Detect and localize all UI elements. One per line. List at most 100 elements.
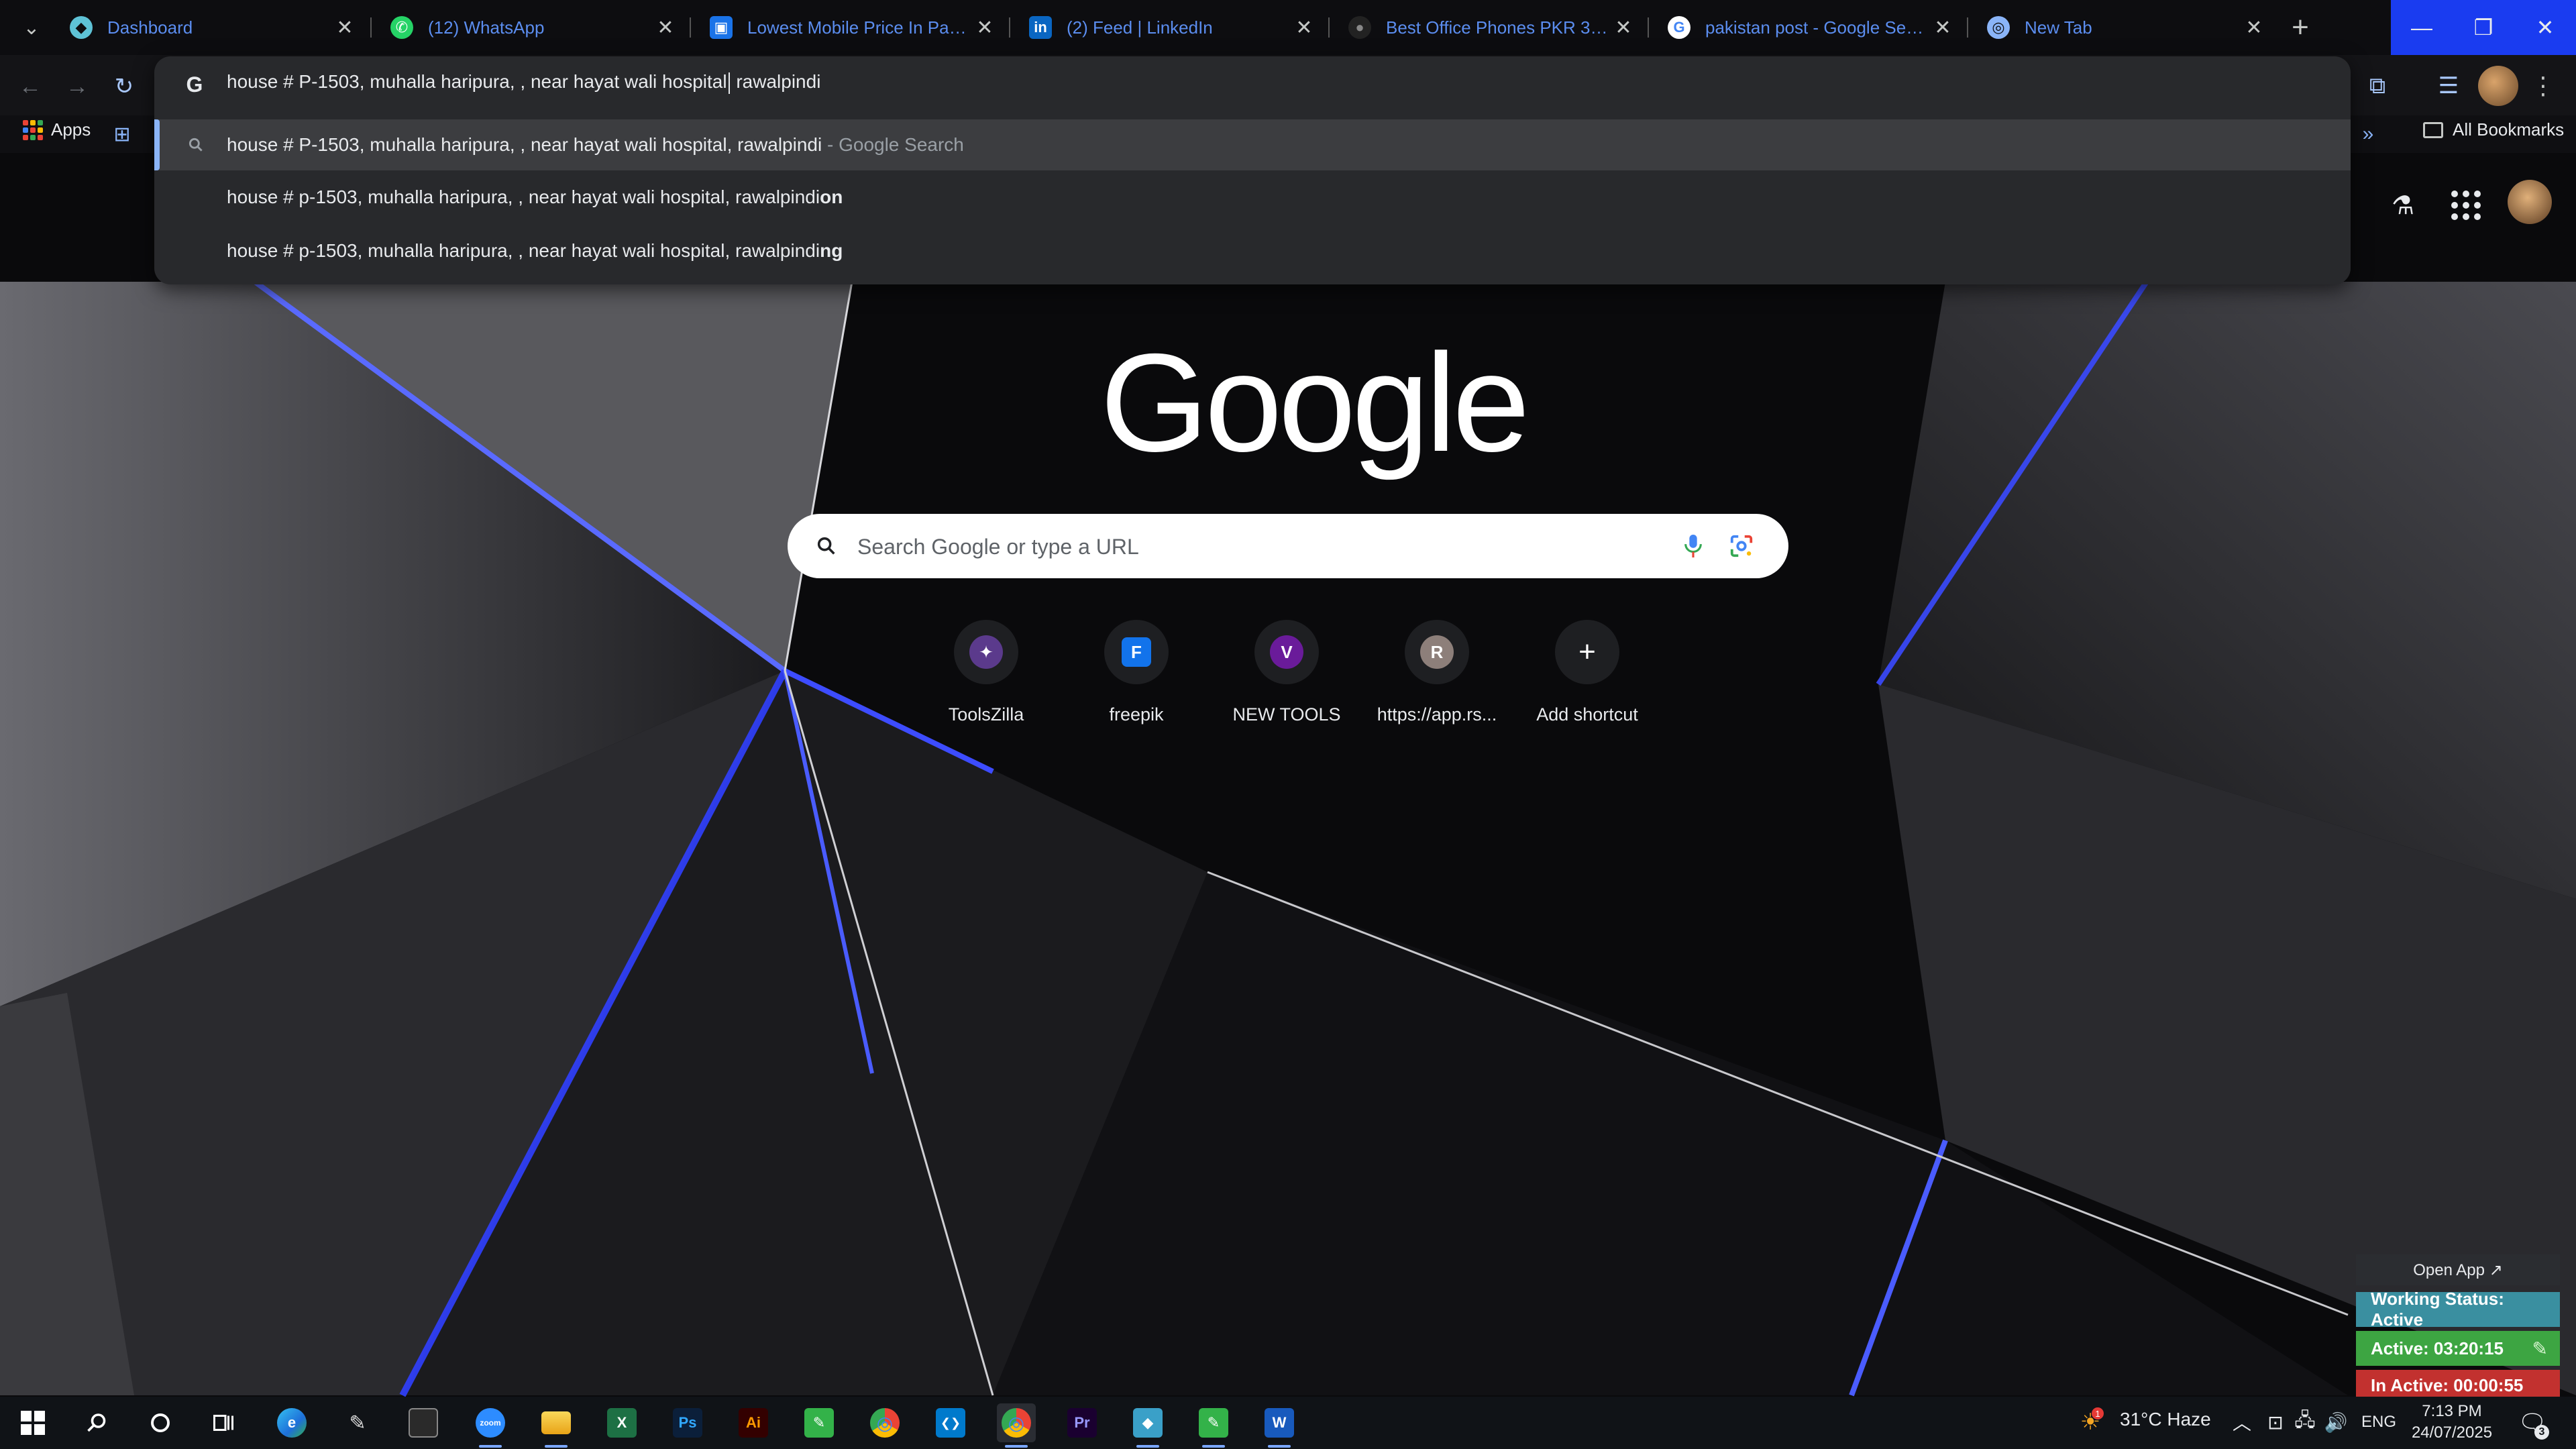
close-icon[interactable]: ✕ bbox=[1609, 13, 1638, 42]
new-tab-button[interactable]: + bbox=[2281, 8, 2320, 47]
taskbar-desktop-app[interactable]: ◆ bbox=[1128, 1403, 1167, 1448]
tab-title: Best Office Phones PKR 30-35K bbox=[1386, 17, 1609, 38]
google-logo: Google bbox=[1100, 325, 1530, 481]
all-bookmarks-button[interactable]: All Bookmarks bbox=[2423, 119, 2564, 140]
tab-search-button[interactable]: ⌄ bbox=[12, 8, 51, 47]
excel-icon: X bbox=[607, 1408, 637, 1438]
shortcut-app-rs[interactable]: R https://app.rs... bbox=[1370, 620, 1504, 754]
close-icon[interactable]: ✕ bbox=[2239, 13, 2269, 42]
taskbar-file-explorer[interactable] bbox=[537, 1403, 576, 1448]
taskbar-chrome-active[interactable]: ◎ bbox=[997, 1403, 1036, 1448]
profile-avatar[interactable] bbox=[2478, 66, 2518, 106]
illustrator-icon: Ai bbox=[739, 1408, 768, 1438]
arrow-right-icon: → bbox=[66, 73, 89, 99]
tab-office-phones[interactable]: ● Best Office Phones PKR 30-35K ✕ bbox=[1330, 5, 1649, 50]
ntp-search-box[interactable] bbox=[788, 514, 1788, 578]
address-text-after-caret: rawalpindi bbox=[731, 71, 821, 92]
reload-button[interactable]: ↻ bbox=[107, 70, 141, 103]
close-icon[interactable]: ✕ bbox=[1289, 13, 1319, 42]
task-view-button[interactable] bbox=[204, 1403, 243, 1442]
tab-groups-button[interactable]: ⊞ bbox=[109, 121, 136, 148]
weather-text[interactable]: 31°C Haze bbox=[2120, 1409, 2211, 1430]
system-clock[interactable]: 7:13 PM 24/07/2025 bbox=[2408, 1401, 2496, 1444]
tab-dashboard[interactable]: ◆ Dashboard ✕ bbox=[51, 5, 370, 50]
tab-linkedin[interactable]: in (2) Feed | LinkedIn ✕ bbox=[1010, 5, 1330, 50]
bookmarks-overflow-button[interactable]: » bbox=[2355, 121, 2381, 148]
bookmark-apps[interactable]: Apps bbox=[23, 119, 91, 140]
search-button[interactable] bbox=[78, 1403, 117, 1442]
weather-icon[interactable]: ☀ 1 bbox=[2077, 1407, 2104, 1437]
close-icon[interactable]: ✕ bbox=[330, 13, 360, 42]
terminal-icon bbox=[409, 1408, 438, 1438]
close-window-button[interactable]: ✕ bbox=[2514, 0, 2576, 55]
shortcut-freepik[interactable]: F freepik bbox=[1069, 620, 1203, 754]
taskbar-word[interactable]: W bbox=[1260, 1403, 1299, 1448]
network-icon[interactable]: 🖧 bbox=[2292, 1407, 2318, 1437]
close-icon[interactable]: ✕ bbox=[1928, 13, 1957, 42]
taskbar-excel[interactable]: X bbox=[602, 1403, 641, 1442]
shortcut-toolszilla[interactable]: ✦ ToolsZilla bbox=[919, 620, 1053, 754]
taskbar-chrome[interactable]: ◎ bbox=[865, 1403, 904, 1442]
show-hidden-icons-button[interactable]: ︿ bbox=[2229, 1407, 2255, 1437]
suggestion-text: house # P-1503, muhalla haripura, , near… bbox=[227, 134, 822, 155]
shortcut-add[interactable]: + Add shortcut bbox=[1520, 620, 1654, 754]
action-center-button[interactable]: 🗨 3 bbox=[2513, 1405, 2552, 1441]
labs-button[interactable]: ⚗ bbox=[2385, 188, 2420, 223]
taskbar-vscode[interactable]: ❮❯ bbox=[931, 1403, 970, 1442]
taskbar-edge[interactable]: e bbox=[272, 1403, 311, 1442]
omnibox-suggestion[interactable]: house # p-1503, muhalla haripura, , near… bbox=[154, 172, 2351, 223]
taskbar-photoshop[interactable]: Ps bbox=[668, 1403, 707, 1442]
minimize-button[interactable]: — bbox=[2391, 0, 2453, 55]
microphone-icon[interactable] bbox=[1678, 531, 1708, 561]
diamond-icon: ◆ bbox=[1133, 1408, 1163, 1438]
working-status-badge: Working Status: Active bbox=[2356, 1289, 2560, 1330]
active-timer-label: Active: 03:20:15 bbox=[2371, 1338, 2504, 1358]
reading-list-button[interactable]: ☰ bbox=[2428, 66, 2469, 106]
cortana-button[interactable] bbox=[141, 1403, 180, 1442]
tab-new-tab[interactable]: ◎ New Tab ✕ bbox=[1968, 5, 2279, 50]
tab-whatsapp[interactable]: ✆ (12) WhatsApp ✕ bbox=[372, 5, 691, 50]
double-chevron-right-icon: » bbox=[2362, 123, 2374, 145]
forward-button[interactable]: → bbox=[60, 70, 94, 103]
close-icon[interactable]: ✕ bbox=[651, 13, 680, 42]
taskbar-terminal[interactable] bbox=[404, 1403, 443, 1442]
more-menu-button[interactable]: ⋮ bbox=[2526, 66, 2560, 106]
restore-button[interactable]: ❐ bbox=[2453, 0, 2514, 55]
circle-icon bbox=[151, 1413, 170, 1432]
back-button[interactable]: ← bbox=[13, 70, 47, 103]
taskbar-green-pen-2[interactable]: ✎ bbox=[1194, 1403, 1233, 1448]
chrome-icon: ◎ bbox=[870, 1408, 900, 1438]
omnibox-suggestion[interactable]: house # P-1503, muhalla haripura, , near… bbox=[154, 119, 2351, 170]
google-lens-icon[interactable] bbox=[1727, 531, 1756, 561]
google-apps-button[interactable] bbox=[2449, 188, 2483, 223]
chevron-down-icon: ⌄ bbox=[23, 16, 40, 39]
taskbar-premiere[interactable]: Pr bbox=[1063, 1403, 1102, 1442]
start-button[interactable] bbox=[13, 1403, 52, 1442]
google-account-avatar[interactable] bbox=[2508, 180, 2552, 224]
tab-groups-icon: ⊞ bbox=[113, 123, 131, 146]
language-indicator[interactable]: ENG bbox=[2361, 1413, 2396, 1432]
shortcut-label: freepik bbox=[1109, 704, 1164, 724]
tab-google-search[interactable]: G pakistan post - Google Search ✕ bbox=[1649, 5, 1968, 50]
puzzle-icon: ⧉ bbox=[2369, 72, 2386, 99]
close-icon[interactable]: ✕ bbox=[970, 13, 1000, 42]
search-icon bbox=[185, 134, 207, 156]
address-bar-input[interactable]: house # P-1503, muhalla haripura, , near… bbox=[227, 71, 820, 94]
omnibox-suggestion[interactable]: house # p-1503, muhalla haripura, , near… bbox=[154, 225, 2351, 276]
pencil-icon[interactable]: ✎ bbox=[2532, 1338, 2548, 1360]
open-app-button[interactable]: Open App ↗ bbox=[2356, 1254, 2560, 1285]
ntp-search-input[interactable] bbox=[856, 529, 1664, 565]
close-icon: ✕ bbox=[2536, 15, 2555, 40]
taskbar-illustrator[interactable]: Ai bbox=[734, 1403, 773, 1442]
meet-now-icon[interactable]: ⊡ bbox=[2262, 1407, 2289, 1437]
shortcut-new-tools[interactable]: V NEW TOOLS bbox=[1220, 620, 1354, 754]
volume-icon[interactable]: 🔊 bbox=[2322, 1407, 2349, 1437]
tab-mobile-price[interactable]: ▣ Lowest Mobile Price In Pakistan ✕ bbox=[691, 5, 1010, 50]
google-favicon-icon: G bbox=[1668, 16, 1690, 39]
address-text-before-caret: house # P-1503, muhalla haripura, , near… bbox=[227, 71, 727, 92]
taskbar-pen[interactable]: ✎ bbox=[338, 1403, 377, 1442]
shop-favicon-icon: ▣ bbox=[710, 16, 733, 39]
extensions-button[interactable]: ⧉ bbox=[2357, 66, 2398, 106]
taskbar-zoom[interactable]: zoom bbox=[471, 1403, 510, 1448]
taskbar-green-pen[interactable]: ✎ bbox=[800, 1403, 839, 1442]
